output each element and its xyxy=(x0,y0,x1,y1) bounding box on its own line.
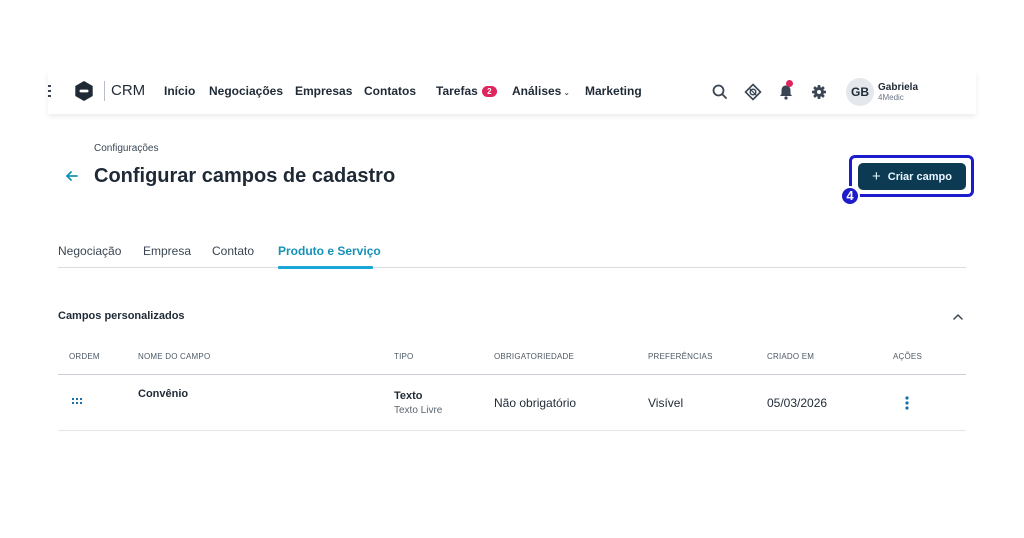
column-header-tipo: TIPO xyxy=(394,352,414,361)
nav-item-negociacoes[interactable]: Negociações xyxy=(209,84,283,98)
nav-item-contatos[interactable]: Contatos xyxy=(364,84,416,98)
menu-handle-icon[interactable] xyxy=(48,85,52,99)
plus-icon: + xyxy=(872,168,881,185)
field-type: Texto xyxy=(394,390,423,402)
nav-item-analises-label: Análises xyxy=(512,84,562,98)
user-name[interactable]: Gabriela xyxy=(878,82,918,93)
page-title: Configurar campos de cadastro xyxy=(94,165,396,187)
step-marker: 4 xyxy=(840,186,860,206)
breadcrumb[interactable]: Configurações xyxy=(94,143,158,154)
crm-logo-icon[interactable] xyxy=(73,80,95,102)
field-name: Convênio xyxy=(138,388,189,400)
tab-negociacao[interactable]: Negociação xyxy=(58,244,121,258)
tabs-divider xyxy=(58,267,966,268)
column-header-nome: NOME DO CAMPO xyxy=(138,352,211,361)
column-header-criado-em: CRIADO EM xyxy=(767,352,815,361)
column-header-ordem: ORDEM xyxy=(69,352,100,361)
column-header-preferencias: PREFERÊNCIAS xyxy=(648,352,713,361)
column-header-acoes: AÇÕES xyxy=(893,352,923,361)
nav-item-empresas[interactable]: Empresas xyxy=(295,84,352,98)
active-tab-indicator xyxy=(278,266,373,269)
create-field-label: Criar campo xyxy=(887,170,952,183)
back-arrow-icon[interactable] xyxy=(64,168,80,184)
more-actions-icon[interactable] xyxy=(903,396,911,410)
nav-item-inicio[interactable]: Início xyxy=(164,84,195,98)
brand-divider xyxy=(104,81,105,101)
gear-icon[interactable] xyxy=(809,82,829,102)
field-subtype: Texto Livre xyxy=(394,405,443,416)
create-field-button[interactable]: + Criar campo xyxy=(858,163,966,190)
tasks-count-badge: 2 xyxy=(481,86,497,97)
tab-empresa[interactable]: Empresa xyxy=(143,244,191,258)
integrations-icon[interactable] xyxy=(743,82,763,102)
field-created-at: 05/03/2026 xyxy=(767,396,828,410)
table-row-divider xyxy=(58,430,966,431)
chevron-up-icon[interactable] xyxy=(951,310,965,324)
field-required: Não obrigatório xyxy=(494,396,577,410)
nav-item-tarefas-label: Tarefas xyxy=(436,84,478,98)
column-header-obrigatoriedade: OBRIGATORIEDADE xyxy=(494,352,575,361)
user-company: 4Medic xyxy=(878,93,904,102)
tab-produto-servico[interactable]: Produto e Serviço xyxy=(278,244,381,258)
brand-name[interactable]: CRM xyxy=(111,82,145,99)
field-preference: Visível xyxy=(648,396,684,410)
chevron-down-icon: ⌄ xyxy=(563,88,571,97)
nav-item-analises[interactable]: Análises ⌄ xyxy=(512,84,570,98)
tab-contato[interactable]: Contato xyxy=(212,244,254,258)
section-title: Campos personalizados xyxy=(58,310,185,322)
nav-item-tarefas[interactable]: Tarefas 2 xyxy=(436,84,497,98)
nav-item-marketing[interactable]: Marketing xyxy=(585,84,642,98)
table-header-divider xyxy=(58,374,966,375)
search-icon[interactable] xyxy=(710,82,730,102)
avatar[interactable]: GB xyxy=(846,78,874,106)
drag-handle-icon[interactable] xyxy=(72,398,82,404)
top-navigation-bar: CRM Início Negociações Empresas Contatos… xyxy=(48,70,976,114)
notification-dot xyxy=(786,80,793,87)
